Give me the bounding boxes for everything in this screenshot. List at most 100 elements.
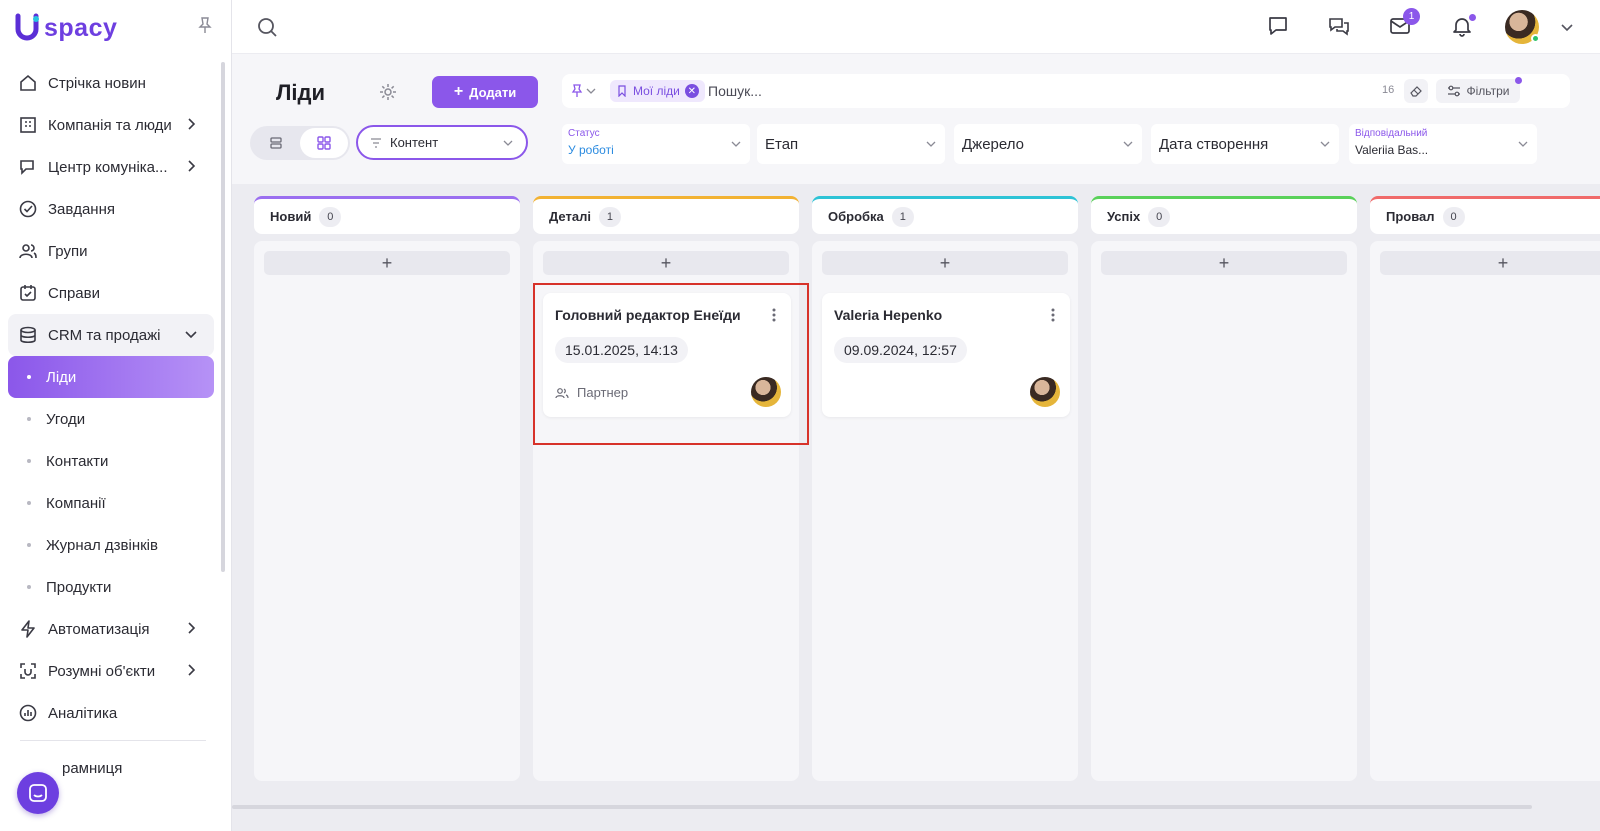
sidebar-item-tasks[interactable]: Завдання: [8, 188, 214, 230]
sidebar-item-products[interactable]: Продукти: [8, 566, 214, 608]
clear-search-button[interactable]: [1404, 79, 1428, 103]
sidebar-item-company[interactable]: Компанія та люди: [8, 104, 214, 146]
column-header: Обробка 1: [812, 196, 1078, 234]
created-date-filter[interactable]: Дата створення: [1151, 124, 1339, 164]
chats-button[interactable]: [1327, 14, 1351, 38]
sidebar: spacy Стрічка новин Компанія та люди Цен…: [0, 0, 232, 831]
add-card-button[interactable]: +: [1101, 251, 1347, 275]
sidebar-item-companies[interactable]: Компанії: [8, 482, 214, 524]
sidebar-item-label: Справи: [48, 284, 100, 302]
card-title: Valeria Hepenko: [834, 307, 943, 323]
sidebar-item-label: Компанія та люди: [48, 116, 172, 134]
sidebar-item-leads[interactable]: Ліди: [8, 356, 214, 398]
add-button-label: Додати: [469, 84, 517, 100]
sidebar-item-groups[interactable]: Групи: [8, 230, 214, 272]
messages-button[interactable]: [1266, 14, 1290, 38]
search-icon[interactable]: [256, 16, 278, 38]
gear-icon[interactable]: [378, 82, 398, 102]
chevron-down-icon: [926, 141, 936, 147]
add-card-button[interactable]: +: [1380, 251, 1600, 275]
sidebar-item-news[interactable]: Стрічка новин: [8, 62, 214, 104]
logo[interactable]: spacy: [14, 12, 117, 44]
column-title: Обробка: [828, 209, 884, 224]
mail-count-badge: 1: [1403, 8, 1420, 25]
chevron-down-icon: [1518, 141, 1528, 147]
card-avatar[interactable]: [1030, 377, 1060, 407]
support-chat-button[interactable]: [17, 772, 59, 814]
filters-button[interactable]: Фільтри: [1436, 77, 1522, 103]
list-view-button[interactable]: [252, 128, 300, 158]
my-leads-filter-chip[interactable]: Мої ліди ✕: [610, 80, 705, 102]
status-filter-value: У роботі: [568, 143, 614, 157]
column-body: +: [1370, 241, 1600, 781]
notifications-button[interactable]: [1450, 14, 1476, 38]
page-title: Ліди: [276, 80, 326, 105]
sidebar-item-label: Завдання: [48, 200, 115, 218]
sidebar-item-analytics[interactable]: Аналітика: [8, 692, 214, 734]
view-toggle: [250, 126, 350, 160]
sidebar-item-contacts[interactable]: Контакти: [8, 440, 214, 482]
column-title: Новий: [270, 209, 312, 224]
search-input[interactable]: [708, 81, 1308, 101]
mail-button[interactable]: 1: [1388, 8, 1420, 38]
column-header: Успіх 0: [1091, 196, 1357, 234]
column-title: Деталі: [549, 209, 591, 224]
chevron-down-icon: [503, 140, 513, 146]
kanban-view-button[interactable]: [300, 128, 348, 158]
sidebar-item-automation[interactable]: Автоматизація: [8, 608, 214, 650]
source-filter[interactable]: Джерело: [954, 124, 1142, 164]
kanban-column-failure: Провал 0 +: [1370, 196, 1600, 796]
results-count: 16: [1382, 84, 1395, 96]
add-card-button[interactable]: +: [264, 251, 510, 275]
remove-chip-icon[interactable]: ✕: [684, 84, 699, 98]
home-icon: [20, 74, 36, 91]
add-button[interactable]: + Додати: [432, 76, 538, 108]
responsible-filter-label: Відповідальний: [1355, 128, 1428, 139]
sidebar-item-deals[interactable]: Угоди: [8, 398, 214, 440]
responsible-filter[interactable]: Відповідальний Valeriia Bas...: [1349, 124, 1537, 164]
board-horizontal-scrollbar[interactable]: [232, 805, 1532, 809]
online-indicator: [1531, 34, 1540, 43]
logo-mark-icon: [15, 13, 39, 41]
content-select[interactable]: Контент: [356, 125, 528, 160]
more-vertical-icon[interactable]: [1050, 307, 1056, 323]
column-title: Успіх: [1107, 209, 1141, 224]
sidebar-item-crm[interactable]: CRM та продажі: [8, 314, 214, 356]
pin-sidebar-icon[interactable]: [196, 16, 214, 34]
scan-icon: [20, 663, 36, 679]
chevron-down-icon: [731, 141, 741, 147]
sidebar-item-call-log[interactable]: Журнал дзвінків: [8, 524, 214, 566]
add-card-button[interactable]: +: [822, 251, 1068, 275]
chevron-down-icon: [586, 88, 596, 94]
column-body: + Valeria Hepenko 09.09.2024, 12:57: [812, 241, 1078, 781]
sidebar-scrollbar[interactable]: [221, 62, 225, 572]
sidebar-item-label: Аналітика: [48, 704, 118, 722]
status-filter[interactable]: Статус У роботі: [562, 124, 750, 164]
column-count: 0: [319, 206, 342, 227]
plus-icon: +: [660, 252, 672, 273]
chevron-down-icon[interactable]: [1560, 20, 1574, 34]
sidebar-item-label: Автоматизація: [48, 620, 150, 638]
sliders-icon: [1447, 85, 1460, 97]
column-body: +: [254, 241, 520, 781]
page-header: Ліди + Додати Контент Мої ліди ✕ 16: [232, 54, 1600, 184]
plus-icon: +: [1497, 252, 1509, 273]
chevron-down-icon: [1123, 141, 1133, 147]
add-card-button[interactable]: +: [543, 251, 789, 275]
lead-card[interactable]: Valeria Hepenko 09.09.2024, 12:57: [822, 293, 1070, 417]
message-square-icon: [1269, 17, 1287, 35]
chat-edit-icon: [20, 160, 34, 175]
kanban-column-new: Новий 0 +: [254, 196, 520, 796]
sidebar-item-communication[interactable]: Центр комуніка...: [8, 146, 214, 188]
pinned-presets-dropdown[interactable]: [570, 83, 600, 99]
search-bar: Мої ліди ✕ 16 Фільтри: [562, 74, 1570, 108]
sidebar-item-cases[interactable]: Справи: [8, 272, 214, 314]
user-avatar[interactable]: [1505, 10, 1540, 44]
stage-filter[interactable]: Етап: [757, 124, 945, 164]
chevron-down-icon: [1320, 141, 1330, 147]
chart-circle-icon: [19, 704, 37, 722]
pin-icon: [571, 84, 583, 97]
created-date-filter-placeholder: Дата створення: [1159, 136, 1269, 153]
database-icon: [20, 326, 36, 344]
sidebar-item-smart-objects[interactable]: Розумні об'єкти: [8, 650, 214, 692]
